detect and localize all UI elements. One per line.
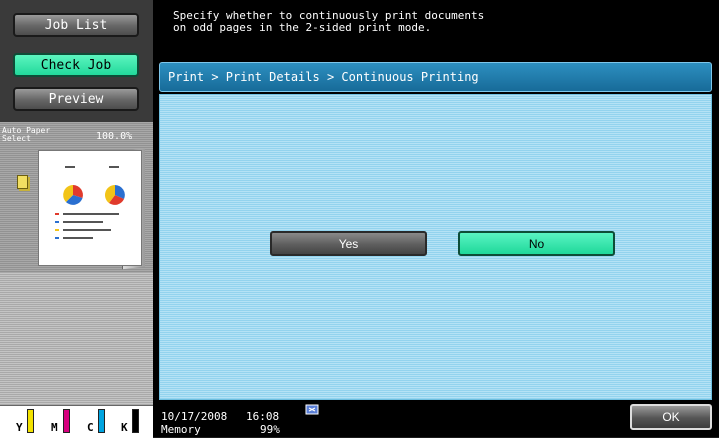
toner-k-label: K bbox=[121, 421, 128, 434]
content-area bbox=[159, 94, 712, 400]
document-preview-icon bbox=[55, 166, 125, 239]
paper-stack-icon bbox=[17, 175, 28, 189]
instruction-message: Specify whether to continuously print do… bbox=[173, 9, 485, 34]
toner-k-bar bbox=[132, 409, 139, 433]
status-date: 10/17/2008 bbox=[161, 410, 228, 423]
breadcrumb-text: Print > Print Details > Continuous Print… bbox=[168, 70, 479, 84]
check-job-button[interactable]: Check Job bbox=[13, 53, 139, 77]
toner-c-label: C bbox=[87, 421, 94, 434]
network-icon bbox=[305, 404, 319, 415]
memory-value: 99% bbox=[260, 423, 280, 436]
ok-button[interactable]: OK bbox=[630, 404, 712, 430]
toner-m-bar bbox=[63, 409, 70, 433]
toner-c-bar bbox=[98, 409, 105, 433]
status-time: 16:08 bbox=[246, 410, 280, 423]
job-list-button[interactable]: Job List bbox=[13, 13, 139, 37]
preview-button[interactable]: Preview bbox=[13, 87, 139, 111]
toner-y-bar bbox=[27, 409, 34, 433]
zoom-ratio: 100.0% bbox=[96, 131, 133, 142]
paper-select-label: Auto Paper Select bbox=[2, 126, 51, 143]
toner-y-label: Y bbox=[16, 421, 23, 434]
yes-button[interactable]: Yes bbox=[270, 231, 427, 256]
no-button[interactable]: No bbox=[458, 231, 615, 256]
memory-label: Memory bbox=[161, 423, 201, 436]
document-thumbnail bbox=[38, 150, 142, 266]
toner-m-label: M bbox=[51, 421, 58, 434]
